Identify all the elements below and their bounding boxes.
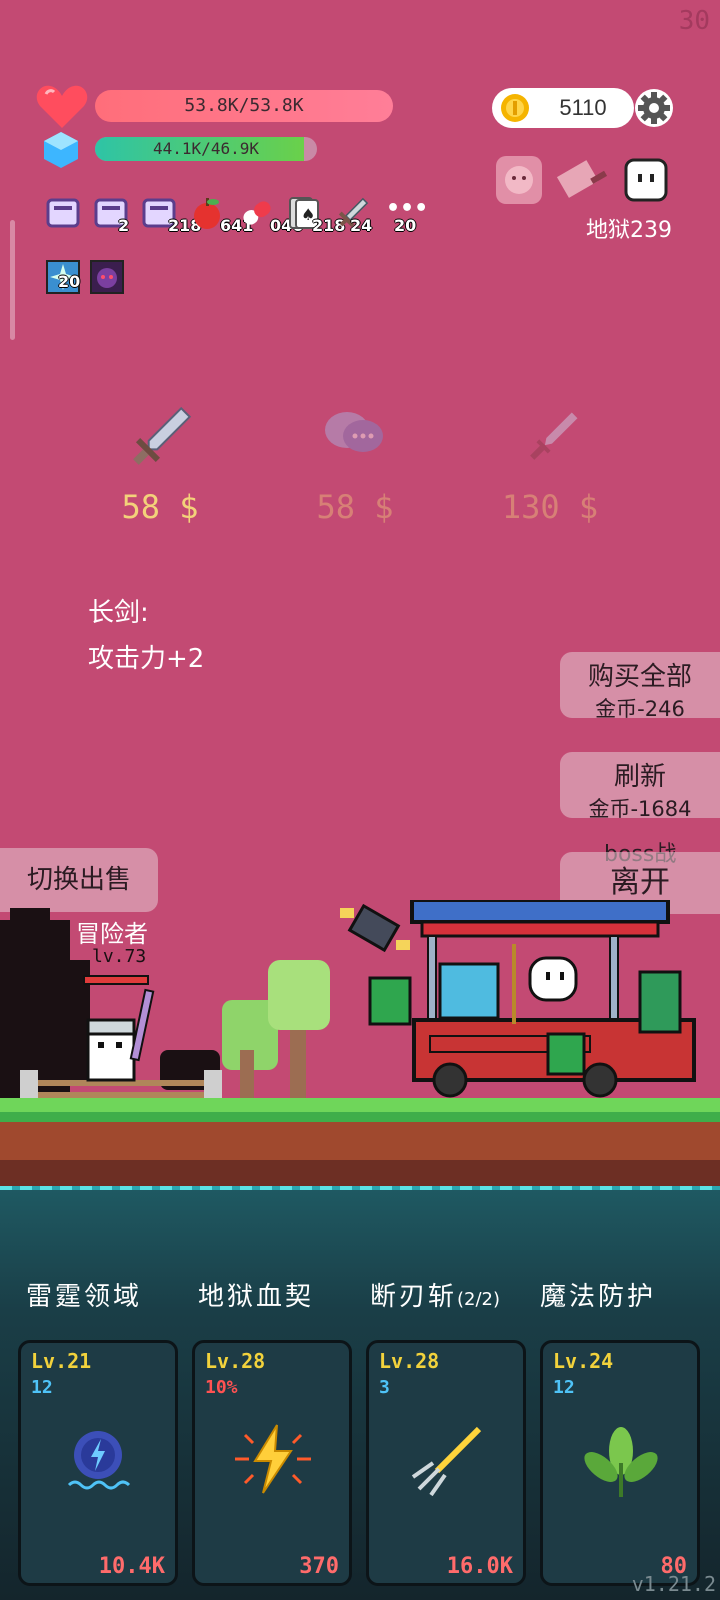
- item-description: 攻击力+2: [88, 644, 205, 674]
- shop-item[interactable]: 58 $: [285, 396, 425, 536]
- skill-level: Lv.21: [31, 1349, 92, 1373]
- leaf-icon: [584, 1427, 658, 1497]
- apple-icon: [194, 198, 220, 229]
- skill-cost: 10.4K: [98, 1554, 165, 1579]
- buy-all-button[interactable]: 购买全部 金币-246: [560, 652, 720, 721]
- thunder-gear-icon: [67, 1431, 131, 1490]
- heart-icon: [36, 85, 88, 128]
- inventory-slot[interactable]: 046: [240, 196, 303, 235]
- broadsword-icon: [133, 406, 192, 465]
- pink-girl-portrait-icon[interactable]: [494, 154, 544, 206]
- cleaver-icon[interactable]: [556, 154, 612, 206]
- skill-card-hell-pact[interactable]: Lv.28 10% 370: [192, 1340, 352, 1586]
- shop-price: 58 $: [121, 488, 199, 526]
- shop-price: 58 $: [316, 488, 394, 526]
- buff-count: 20: [58, 272, 81, 291]
- skill-stat: 10%: [205, 1377, 238, 1398]
- shop-price: 130 $: [501, 488, 599, 526]
- bat-enemy: [340, 903, 410, 953]
- inventory-count: 24: [350, 216, 373, 235]
- merchant-cart: [368, 900, 696, 1098]
- inventory-slot[interactable]: 218: [142, 196, 201, 235]
- coin-count: 5110: [559, 95, 607, 120]
- pill-icon: [243, 201, 271, 225]
- speech-bubble-icon: [325, 412, 383, 452]
- skill-level: Lv.24: [553, 1349, 614, 1373]
- refresh-button[interactable]: 刷新 金币-1684: [560, 752, 720, 821]
- inventory-slot[interactable]: [46, 196, 80, 230]
- fps-counter: 30: [678, 6, 710, 36]
- item-name: 长剑:: [88, 598, 149, 628]
- skill-stat: 12: [31, 1377, 53, 1398]
- scrollbar[interactable]: [10, 220, 15, 340]
- shop-item[interactable]: 58 $: [90, 396, 230, 536]
- mana-gem-icon: [44, 132, 78, 168]
- skill-card-blade-slash[interactable]: Lv.28 3 16.0K: [366, 1340, 526, 1586]
- refresh-cost: 金币-1684: [588, 797, 692, 821]
- leave-label: 离开: [610, 865, 670, 900]
- demon-buff-icon[interactable]: [90, 260, 124, 294]
- skill-card-thunder[interactable]: Lv.21 12 10.4K: [18, 1340, 178, 1586]
- skill-stat: 12: [553, 1377, 575, 1398]
- refresh-label: 刷新: [613, 762, 666, 792]
- gear-icon[interactable]: [634, 88, 674, 128]
- trident-icon: [411, 1426, 482, 1497]
- shop-item[interactable]: 130 $: [480, 396, 620, 536]
- coin-icon: [501, 94, 529, 122]
- ghost-portrait-icon[interactable]: [622, 156, 670, 204]
- inventory-bar: 2 218 641 046 ♠ 218 24 ••• 20: [46, 196, 428, 240]
- mp-text: 44.1K/46.9K: [153, 139, 259, 158]
- inventory-slot[interactable]: 2: [94, 196, 129, 235]
- skill-name: 魔法防护: [540, 1282, 657, 1312]
- buy-all-label: 购买全部: [587, 662, 692, 692]
- skill-name: 断刃斩(2/2): [370, 1282, 501, 1312]
- skill-level: Lv.28: [379, 1349, 440, 1373]
- skill-name: 雷霆领域: [26, 1282, 143, 1312]
- skill-cost: 370: [299, 1554, 339, 1579]
- hp-text: 53.8K/53.8K: [184, 95, 304, 116]
- dagger-icon: [530, 412, 578, 460]
- hell-level-label: 地狱239: [586, 218, 672, 243]
- trees: [160, 960, 330, 1100]
- lightning-burst-icon: [235, 1424, 311, 1494]
- inventory-slot[interactable]: ••• 20: [384, 196, 428, 235]
- version-label: v1.21.2: [631, 1572, 716, 1596]
- skill-name: 地狱血契: [198, 1282, 315, 1312]
- mp-bar: 44.1K/46.9K: [95, 137, 317, 161]
- skill-stat: 3: [379, 1377, 390, 1398]
- player-character: [86, 988, 155, 1082]
- player-name: 冒险者: [76, 920, 148, 948]
- hp-bar: 53.8K/53.8K: [95, 90, 393, 122]
- scroll-icon: [46, 198, 80, 228]
- switch-sell-label: 切换出售: [26, 865, 131, 895]
- inventory-count: 2: [118, 216, 130, 235]
- skill-cost: 16.0K: [446, 1554, 513, 1579]
- skill-card-magic-shield[interactable]: Lv.24 12 80: [540, 1340, 700, 1586]
- buy-all-cost: 金币-246: [595, 697, 685, 721]
- shop-items: 58 $ 58 $ 130 $: [90, 396, 650, 536]
- inventory-slot[interactable]: 641: [190, 196, 253, 235]
- coin-display: 5110: [492, 88, 634, 128]
- inventory-count: 20: [394, 216, 417, 235]
- player-level: lv.73: [92, 946, 147, 967]
- inventory-slot[interactable]: 24: [336, 196, 372, 235]
- skill-level: Lv.28: [205, 1349, 266, 1373]
